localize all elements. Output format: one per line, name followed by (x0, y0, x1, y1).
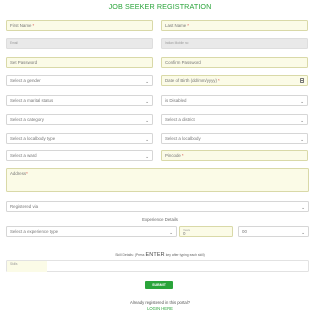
mobile-field[interactable]: Indian Mobile no (161, 38, 308, 49)
registered-via-select[interactable]: Registered via ⌄ (6, 201, 309, 212)
email-label: Email (10, 40, 18, 45)
confirm-password-field[interactable]: Confirm Password (161, 57, 308, 68)
submit-button[interactable]: SUBMIT (145, 281, 173, 289)
localbody-select[interactable]: Select a localbody ⌄ (161, 133, 308, 144)
page-title: JOB SEEKER REGISTRATION (108, 2, 212, 11)
chevron-down-icon: ⌄ (300, 98, 304, 104)
experience-heading: Experience Details (142, 217, 178, 222)
login-link[interactable]: LOGIN HERE (0, 306, 320, 311)
localbody-type-value: Select a localbody type (10, 136, 56, 141)
address-field[interactable]: Address* (6, 168, 309, 192)
required-mark: * (187, 23, 189, 28)
chevron-down-icon: ⌄ (301, 229, 305, 235)
chevron-down-icon: ⌄ (300, 136, 304, 142)
experience-type-value: Select a experience type (10, 229, 59, 234)
registered-via-value: Registered via (10, 204, 39, 209)
years-field[interactable]: Years 0 (179, 226, 233, 237)
mobile-label: Indian Mobile no (165, 40, 189, 45)
required-mark: * (181, 153, 184, 158)
calendar-icon[interactable] (299, 78, 304, 83)
chevron-down-icon: ⌄ (300, 117, 304, 123)
chevron-down-icon: ⌄ (145, 153, 149, 159)
chevron-down-icon: ⌄ (145, 136, 149, 142)
set-password-field[interactable]: Set Password (6, 57, 153, 68)
address-placeholder: Address (10, 171, 27, 176)
skills-input[interactable]: Skills (6, 260, 309, 272)
confirm-password-placeholder: Confirm Password (165, 60, 201, 65)
last-name-placeholder: Last Name (165, 23, 187, 28)
marital-status-select[interactable]: Select a marital status ⌄ (6, 95, 153, 106)
required-mark: * (26, 171, 28, 176)
pincode-placeholder: Pincode (165, 153, 181, 158)
skills-label: Skills (10, 262, 18, 266)
district-select[interactable]: Select a district ⌄ (161, 114, 308, 125)
chevron-down-icon: ⌄ (145, 78, 149, 84)
skill-details-label: Skill Details: (Press ENTER key after ty… (0, 252, 320, 258)
ward-select[interactable]: Select a ward ⌄ (6, 150, 153, 161)
already-registered-text: Already registered in this portal? (129, 300, 191, 305)
skill-suffix: key after typing each skill) (165, 253, 205, 257)
chevron-down-icon: ⌄ (301, 204, 305, 210)
category-select[interactable]: Select a category ⌄ (6, 114, 153, 125)
gender-select[interactable]: Select a gender ⌄ (6, 75, 153, 86)
skill-key: ENTER (145, 252, 165, 258)
marital-status-value: Select a marital status (10, 98, 54, 103)
is-disabled-value: is Disabled (165, 98, 187, 103)
chevron-down-icon: ⌄ (145, 117, 149, 123)
pincode-field[interactable]: Pincode * (161, 150, 308, 161)
set-password-placeholder: Set Password (10, 60, 38, 65)
gender-value: Select a gender (10, 78, 41, 83)
last-name-field[interactable]: Last Name * (161, 20, 308, 31)
skill-prefix: Skill Details: (Press (115, 253, 145, 257)
dob-placeholder: Date of Birth (dd/mm/yyyy) (165, 78, 217, 83)
localbody-type-select[interactable]: Select a localbody type ⌄ (6, 133, 153, 144)
months-select[interactable]: 00 ⌄ (238, 226, 309, 237)
dob-field[interactable]: Date of Birth (dd/mm/yyyy) * (161, 75, 308, 86)
experience-type-select[interactable]: Select a experience type ⌄ (6, 226, 177, 237)
category-value: Select a category (10, 117, 44, 122)
months-value: 00 (242, 229, 247, 234)
years-label: Years (183, 227, 191, 232)
localbody-value: Select a localbody (165, 136, 201, 141)
district-value: Select a district (165, 117, 195, 122)
first-name-field[interactable]: First Name * (6, 20, 153, 31)
chevron-down-icon: ⌄ (169, 229, 173, 235)
ward-value: Select a ward (10, 153, 37, 158)
email-field[interactable]: Email (6, 38, 153, 49)
required-mark: * (217, 78, 220, 83)
first-name-placeholder: First Name (10, 23, 32, 28)
chevron-down-icon: ⌄ (145, 98, 149, 104)
required-mark: * (32, 23, 35, 28)
is-disabled-select[interactable]: is Disabled ⌄ (161, 95, 308, 106)
